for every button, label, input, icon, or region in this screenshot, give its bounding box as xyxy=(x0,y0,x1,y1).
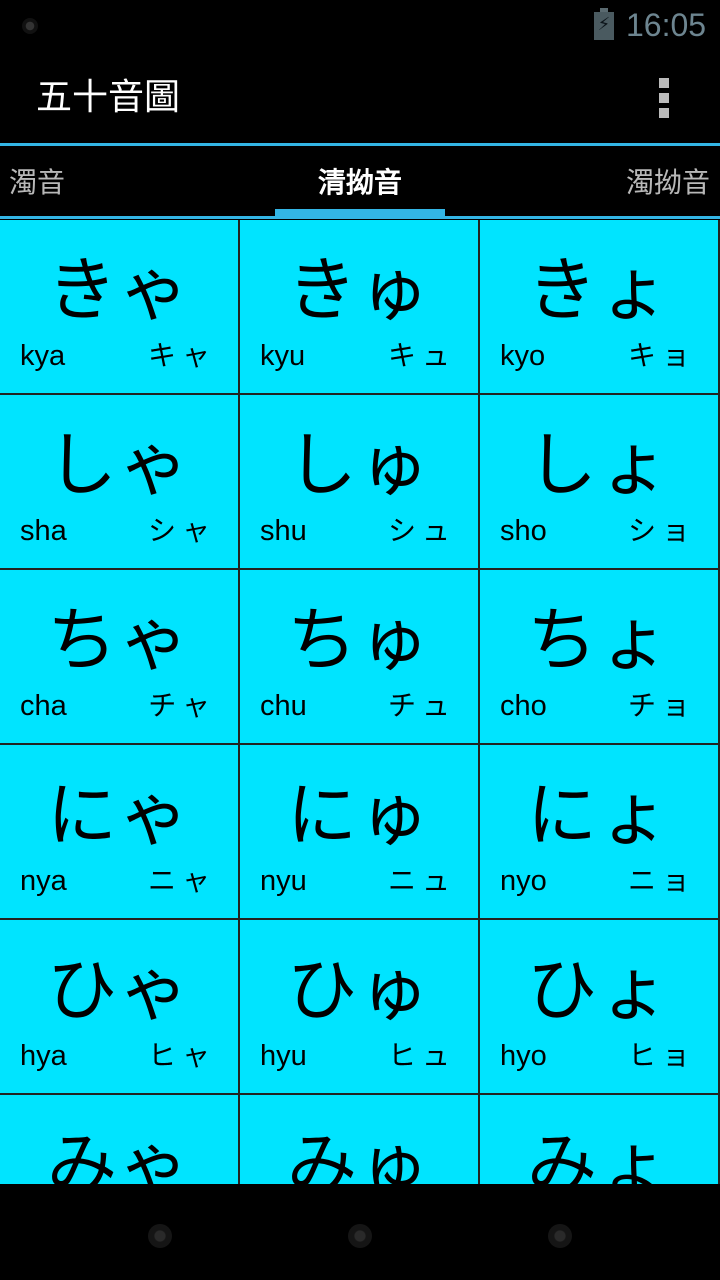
tab-strip: 濁音 清拗音 濁拗音 xyxy=(0,146,720,220)
recents-button[interactable] xyxy=(548,1224,572,1248)
kana-katakana: ニャ xyxy=(147,864,216,897)
kana-cell[interactable]: きゅ kyu キュ xyxy=(240,220,478,393)
kana-katakana: ヒョ xyxy=(627,1039,696,1072)
kana-romaji: kya xyxy=(20,340,66,372)
kana-cell[interactable]: しゃ sha シャ xyxy=(0,395,238,568)
kana-cell[interactable]: ひゃ hya ヒャ xyxy=(0,920,238,1093)
kana-hiragana: みゃ xyxy=(47,1124,191,1184)
kana-hiragana: ちゃ xyxy=(47,599,191,681)
kana-cell[interactable]: にゃ nya ニャ xyxy=(0,745,238,918)
kana-katakana: ショ xyxy=(627,514,696,547)
kana-hiragana: みゅ xyxy=(287,1124,431,1184)
kana-romaji: nya xyxy=(20,865,67,897)
kana-katakana: ニュ xyxy=(387,864,456,897)
kana-hiragana: にゃ xyxy=(47,774,191,856)
kana-hiragana: きゅ xyxy=(287,249,431,331)
kana-katakana: チョ xyxy=(627,689,696,722)
kana-cell[interactable]: ひょ hyo ヒョ xyxy=(480,920,718,1093)
kana-katakana: チュ xyxy=(387,689,456,722)
app-title: 五十音圖 xyxy=(36,77,181,118)
kana-cell[interactable]: みょ xyxy=(480,1095,718,1184)
kana-romaji: sha xyxy=(20,515,67,547)
kana-cell[interactable]: ちゅ chu チュ xyxy=(240,570,478,743)
home-button[interactable] xyxy=(348,1224,372,1248)
kana-katakana: キャ xyxy=(147,339,216,372)
kana-romaji: hyu xyxy=(260,1040,307,1072)
kana-hiragana: ちゅ xyxy=(287,599,431,681)
kana-cell[interactable]: しょ sho ショ xyxy=(480,395,718,568)
kana-grid-content: きゃ kya キャ きゅ kyu キュ きょ kyo キョしゃ sha シャ しゅ shu シュ しょ sho… xyxy=(0,220,720,1184)
kana-romaji: shu xyxy=(260,515,307,547)
kana-cell[interactable]: みゃ xyxy=(0,1095,238,1184)
kana-hiragana: しょ xyxy=(527,424,671,506)
kana-katakana: キョ xyxy=(627,339,696,372)
status-clock: 16:05 xyxy=(626,7,707,43)
kana-cell[interactable]: みゅ xyxy=(240,1095,478,1184)
kana-romaji: nyu xyxy=(260,865,307,897)
action-bar: 五十音圖 xyxy=(0,50,720,143)
kana-hiragana: ひゃ xyxy=(47,949,191,1031)
camera-dot-icon xyxy=(22,18,38,34)
tab-dakuon[interactable]: 濁音 xyxy=(9,164,65,202)
kana-katakana: ニョ xyxy=(627,864,696,897)
kana-cell[interactable]: ちゃ cha チャ xyxy=(0,570,238,743)
kana-hiragana: みょ xyxy=(527,1124,671,1184)
kana-cell[interactable]: きゃ kya キャ xyxy=(0,220,238,393)
kana-cell[interactable]: にゅ nyu ニュ xyxy=(240,745,478,918)
kana-romaji: sho xyxy=(500,515,547,547)
back-button[interactable] xyxy=(148,1224,172,1248)
kana-hiragana: しゅ xyxy=(287,424,431,506)
kana-hiragana: にゅ xyxy=(287,774,431,856)
kana-romaji: cho xyxy=(500,690,547,722)
kana-grid[interactable]: きゃ kya キャ きゅ kyu キュ きょ kyo キョしゃ sha シャ しゅ shu シュ しょ sho… xyxy=(0,220,720,1184)
kana-romaji: kyu xyxy=(260,340,306,372)
kana-romaji: hyo xyxy=(500,1040,547,1072)
kana-hiragana: ちょ xyxy=(527,599,671,681)
kana-hiragana: ひょ xyxy=(527,949,671,1031)
kana-katakana: キュ xyxy=(387,339,456,372)
navigation-bar xyxy=(0,1184,720,1280)
kana-hiragana: しゃ xyxy=(47,424,191,506)
tab-dakuyouon[interactable]: 濁拗音 xyxy=(626,164,710,202)
overflow-menu-icon[interactable] xyxy=(646,76,682,120)
tab-strip-underline xyxy=(0,216,720,219)
kana-katakana: シャ xyxy=(147,514,216,547)
battery-charging-icon: ⚡ xyxy=(594,8,614,40)
status-bar: ⚡ 16:05 xyxy=(0,0,720,50)
kana-romaji: cha xyxy=(20,690,67,722)
kana-romaji: kyo xyxy=(500,340,546,372)
kana-katakana: ヒャ xyxy=(147,1039,216,1072)
kana-hiragana: きょ xyxy=(527,249,671,331)
kana-cell[interactable]: ひゅ hyu ヒュ xyxy=(240,920,478,1093)
kana-katakana: ヒュ xyxy=(387,1039,456,1072)
kana-cell[interactable]: きょ kyo キョ xyxy=(480,220,718,393)
kana-hiragana: きゃ xyxy=(47,249,191,331)
tab-selected-indicator xyxy=(275,209,445,216)
kana-hiragana: ひゅ xyxy=(287,949,431,1031)
kana-hiragana: にょ xyxy=(527,774,671,856)
tab-seiyouon[interactable]: 清拗音 xyxy=(290,164,430,202)
kana-romaji: hya xyxy=(20,1040,67,1072)
kana-katakana: シュ xyxy=(387,514,456,547)
kana-cell[interactable]: ちょ cho チョ xyxy=(480,570,718,743)
kana-romaji: nyo xyxy=(500,865,547,897)
kana-cell[interactable]: にょ nyo ニョ xyxy=(480,745,718,918)
kana-romaji: chu xyxy=(260,690,307,722)
kana-katakana: チャ xyxy=(148,689,216,722)
kana-cell[interactable]: しゅ shu シュ xyxy=(240,395,478,568)
